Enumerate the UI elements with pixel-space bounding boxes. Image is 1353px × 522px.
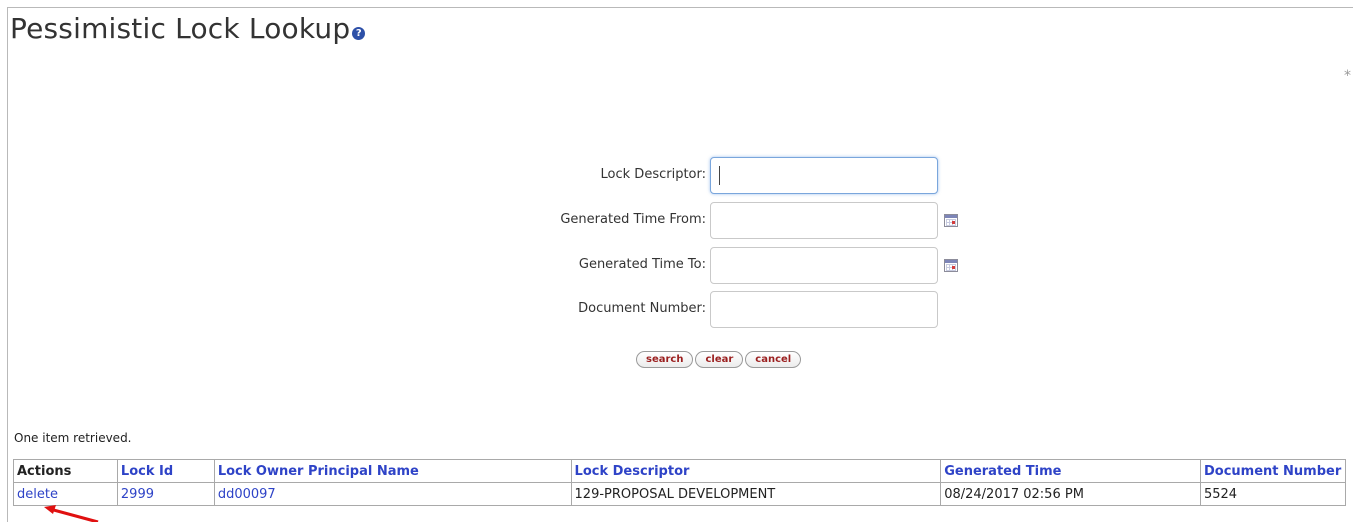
cell-generated-time: 08/24/2017 02:56 PM [940,482,1201,506]
sort-link-descriptor[interactable]: Lock Descriptor [575,464,690,479]
clear-button[interactable]: clear [695,351,744,368]
search-actions: search clear cancel [636,351,802,369]
owner-link[interactable]: dd00097 [218,487,276,502]
generated-time-to-row: Generated Time To: [0,247,1353,285]
generated-time-from-input[interactable] [710,202,938,239]
result-count: One item retrieved. [14,431,132,445]
calendar-icon[interactable] [944,259,958,272]
column-header-document-number[interactable]: Document Number [1199,459,1347,483]
cancel-button[interactable]: cancel [745,351,802,368]
results-table: Actions Lock Id Lock Owner Principal Nam… [13,459,1347,506]
column-header-owner[interactable]: Lock Owner Principal Name [213,459,572,483]
cell-lock-id: 2999 [116,482,215,506]
cell-owner: dd00097 [213,482,572,506]
cell-document-number: 5524 [1199,482,1347,506]
help-icon[interactable]: ? [352,27,366,40]
required-marker: * [1344,68,1351,84]
sort-link-generated-time[interactable]: Generated Time [944,464,1061,479]
column-header-actions: Actions [13,459,118,483]
text-caret [719,166,720,185]
generated-time-to-input[interactable] [710,247,938,284]
page-title: Pessimistic Lock Lookup ? [10,12,366,45]
document-number-row: Document Number: [0,291,1353,329]
column-header-lock-id[interactable]: Lock Id [116,459,215,483]
delete-link[interactable]: delete [17,487,58,502]
document-number-label: Document Number: [578,301,706,316]
sort-link-lock-id[interactable]: Lock Id [121,464,173,479]
lock-id-link[interactable]: 2999 [121,487,154,502]
generated-time-to-label: Generated Time To: [578,257,706,272]
annotation-arrow-icon [44,505,99,522]
calendar-icon[interactable] [944,214,958,227]
sort-link-document-number[interactable]: Document Number [1204,464,1341,479]
sort-link-owner[interactable]: Lock Owner Principal Name [218,464,419,479]
generated-time-from-label: Generated Time From: [560,212,706,227]
page-title-text: Pessimistic Lock Lookup [10,12,351,45]
search-button[interactable]: search [636,351,694,368]
column-header-descriptor[interactable]: Lock Descriptor [570,459,942,483]
document-number-input[interactable] [710,291,938,328]
cell-descriptor: 129-PROPOSAL DEVELOPMENT [570,482,942,506]
column-header-generated-time[interactable]: Generated Time [940,459,1201,483]
table-header-row: Actions Lock Id Lock Owner Principal Nam… [13,459,1347,483]
lock-descriptor-input[interactable] [710,157,938,194]
table-row: delete 2999 dd00097 129-PROPOSAL DEVELOP… [13,482,1347,506]
lock-descriptor-row: Lock Descriptor: [0,157,1353,195]
lock-descriptor-label: Lock Descriptor: [600,167,706,182]
generated-time-from-row: Generated Time From: [0,202,1353,240]
